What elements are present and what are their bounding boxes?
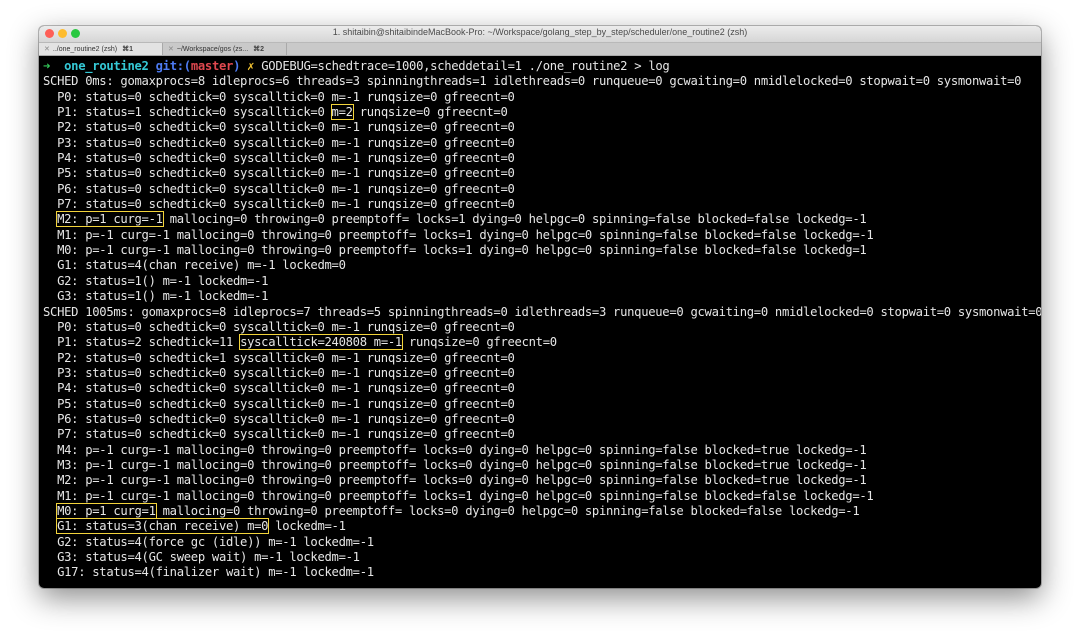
- terminal-line: P5: status=0 schedtick=0 syscalltick=0 m…: [43, 397, 1041, 412]
- terminal-line: P7: status=0 schedtick=0 syscalltick=0 m…: [43, 427, 1041, 442]
- highlight-box: syscalltick=240808 m=-1: [239, 334, 403, 351]
- close-icon[interactable]: ✕: [168, 45, 174, 53]
- line-text: G17: status=4(finalizer wait) m=-1 locke…: [43, 565, 374, 580]
- prompt-line: ➜ one_routine2 git:(master) ✗ GODEBUG=sc…: [43, 59, 1041, 74]
- prompt-arrow-icon: ➜: [43, 59, 51, 73]
- terminal-window: 1. shitaibin@shitaibindeMacBook-Pro: ~/W…: [39, 26, 1041, 588]
- terminal-line: P6: status=0 schedtick=0 syscalltick=0 m…: [43, 182, 1041, 197]
- line-text: runqsize=0 gfreecnt=0: [401, 335, 557, 350]
- line-text: P2: status=0 schedtick=0 syscalltick=0 m…: [43, 120, 515, 135]
- terminal-line: P6: status=0 schedtick=0 syscalltick=0 m…: [43, 412, 1041, 427]
- line-text: M2: p=-1 curg=-1 mallocing=0 throwing=0 …: [43, 473, 867, 488]
- log-output: SCHED 0ms: gomaxprocs=8 idleprocs=6 thre…: [43, 74, 1041, 580]
- terminal-line: G17: status=4(finalizer wait) m=-1 locke…: [43, 565, 1041, 580]
- line-text: M4: p=-1 curg=-1 mallocing=0 throwing=0 …: [43, 442, 867, 457]
- terminal-line: P1: status=1 schedtick=0 syscalltick=0 m…: [43, 104, 1041, 121]
- line-text: P4: status=0 schedtick=0 syscalltick=0 m…: [43, 381, 515, 396]
- tab-workspace-gos[interactable]: ✕ ~/Workspace/gos (zs... ⌘2: [163, 43, 287, 55]
- terminal-line: M0: p=-1 curg=-1 mallocing=0 throwing=0 …: [43, 243, 1041, 258]
- line-text: P3: status=0 schedtick=0 syscalltick=0 m…: [43, 365, 515, 380]
- highlight-box: M2: p=1 curg=-1: [56, 211, 164, 228]
- line-text: G3: status=4(GC sweep wait) m=-1 lockedm…: [43, 550, 360, 564]
- terminal-line: P7: status=0 schedtick=0 syscalltick=0 m…: [43, 197, 1041, 212]
- terminal-line: P3: status=0 schedtick=0 syscalltick=0 m…: [43, 366, 1041, 381]
- line-text: G2: status=4(force gc (idle)) m=-1 locke…: [43, 534, 374, 549]
- line-text: G2: status=1() m=-1 lockedm=-1: [43, 273, 269, 288]
- terminal-line: G1: status=3(chan receive) m=0 lockedm=-…: [43, 518, 1041, 535]
- terminal-line: P2: status=0 schedtick=1 syscalltick=0 m…: [43, 351, 1041, 366]
- window-title: 1. shitaibin@shitaibindeMacBook-Pro: ~/W…: [332, 27, 748, 37]
- prompt-directory: one_routine2: [64, 59, 149, 73]
- tab-bar: ✕ ../one_routine2 (zsh) ⌘1 ✕ ~/Workspace…: [39, 43, 1041, 56]
- terminal-line: G2: status=1() m=-1 lockedm=-1: [43, 274, 1041, 289]
- terminal-output[interactable]: ➜ one_routine2 git:(master) ✗ GODEBUG=sc…: [39, 57, 1041, 588]
- line-text: P1: status=2 schedtick=11: [43, 335, 241, 350]
- line-text: P6: status=0 schedtick=0 syscalltick=0 m…: [43, 411, 515, 426]
- line-text: P0: status=0 schedtick=0 syscalltick=0 m…: [43, 89, 515, 104]
- terminal-line: G3: status=4(GC sweep wait) m=-1 lockedm…: [43, 550, 1041, 565]
- terminal-line: M2: p=-1 curg=-1 mallocing=0 throwing=0 …: [43, 473, 1041, 488]
- line-text: P2: status=0 schedtick=1 syscalltick=0 m…: [43, 350, 515, 365]
- line-text: P7: status=0 schedtick=0 syscalltick=0 m…: [43, 197, 515, 212]
- line-text: P3: status=0 schedtick=0 syscalltick=0 m…: [43, 135, 515, 150]
- close-icon[interactable]: ✕: [44, 45, 50, 53]
- terminal-line: M1: p=-1 curg=-1 mallocing=0 throwing=0 …: [43, 489, 1041, 504]
- line-text: G3: status=1() m=-1 lockedm=-1: [43, 289, 269, 304]
- line-text: SCHED 0ms: gomaxprocs=8 idleprocs=6 thre…: [43, 74, 1022, 89]
- line-text: SCHED 1005ms: gomaxprocs=8 idleprocs=7 t…: [43, 304, 1041, 319]
- terminal-line: G1: status=4(chan receive) m=-1 lockedm=…: [43, 258, 1041, 273]
- line-text: [43, 504, 57, 518]
- line-text: [43, 212, 57, 226]
- line-text: mallocing=0 throwing=0 preemptoff= locks…: [162, 212, 867, 227]
- prompt-branch: master: [190, 59, 234, 73]
- terminal-line: M4: p=-1 curg=-1 mallocing=0 throwing=0 …: [43, 443, 1041, 458]
- terminal-line: M3: p=-1 curg=-1 mallocing=0 throwing=0 …: [43, 458, 1041, 473]
- highlight-box: G1: status=3(chan receive) m=0: [56, 518, 270, 535]
- tab-label: ../one_routine2 (zsh): [52, 45, 118, 53]
- terminal-line: P0: status=0 schedtick=0 syscalltick=0 m…: [43, 90, 1041, 105]
- terminal-line: P2: status=0 schedtick=0 syscalltick=0 m…: [43, 120, 1041, 135]
- highlight-box: m=2: [330, 104, 354, 121]
- line-text: P1: status=1 schedtick=0 syscalltick=0: [43, 105, 332, 120]
- line-text: P6: status=0 schedtick=0 syscalltick=0 m…: [43, 181, 515, 196]
- line-text: P4: status=0 schedtick=0 syscalltick=0 m…: [43, 151, 515, 166]
- line-text: M0: p=-1 curg=-1 mallocing=0 throwing=0 …: [43, 243, 867, 258]
- terminal-line: P4: status=0 schedtick=0 syscalltick=0 m…: [43, 151, 1041, 166]
- line-text: runqsize=0 gfreecnt=0: [352, 105, 508, 120]
- terminal-line: P0: status=0 schedtick=0 syscalltick=0 m…: [43, 320, 1041, 335]
- terminal-line: P4: status=0 schedtick=0 syscalltick=0 m…: [43, 381, 1041, 396]
- line-text: lockedm=-1: [268, 519, 346, 534]
- highlight-box: M0: p=1 curg=1: [56, 502, 157, 519]
- prompt-git-label: git:(: [155, 59, 192, 73]
- terminal-line: P1: status=2 schedtick=11 syscalltick=24…: [43, 334, 1041, 351]
- line-text: M1: p=-1 curg=-1 mallocing=0 throwing=0 …: [43, 227, 874, 242]
- tab-one-routine2[interactable]: ✕ ../one_routine2 (zsh) ⌘1: [39, 43, 163, 55]
- line-text: P5: status=0 schedtick=0 syscalltick=0 m…: [43, 166, 515, 181]
- line-text: P5: status=0 schedtick=0 syscalltick=0 m…: [43, 396, 515, 411]
- tab-label: ~/Workspace/gos (zs...: [176, 45, 249, 53]
- line-text: mallocing=0 throwing=0 preemptoff= locks…: [155, 503, 860, 518]
- line-text: [43, 519, 57, 533]
- terminal-line: G3: status=1() m=-1 lockedm=-1: [43, 289, 1041, 304]
- dirty-marker-icon: ✗: [247, 59, 255, 73]
- terminal-line: M2: p=1 curg=-1 mallocing=0 throwing=0 p…: [43, 211, 1041, 228]
- prompt-git-close: ): [233, 59, 241, 73]
- tab-shortcut: ⌘2: [253, 46, 265, 53]
- line-text: G1: status=4(chan receive) m=-1 lockedm=…: [43, 258, 346, 273]
- terminal-line: M0: p=1 curg=1 mallocing=0 throwing=0 pr…: [43, 502, 1041, 519]
- line-text: M3: p=-1 curg=-1 mallocing=0 throwing=0 …: [43, 457, 867, 472]
- line-text: P0: status=0 schedtick=0 syscalltick=0 m…: [43, 319, 515, 334]
- terminal-line: SCHED 1005ms: gomaxprocs=8 idleprocs=7 t…: [43, 305, 1041, 320]
- line-text: M1: p=-1 curg=-1 mallocing=0 throwing=0 …: [43, 488, 874, 503]
- terminal-line: G2: status=4(force gc (idle)) m=-1 locke…: [43, 535, 1041, 550]
- terminal-line: P3: status=0 schedtick=0 syscalltick=0 m…: [43, 136, 1041, 151]
- prompt-command: GODEBUG=schedtrace=1000,scheddetail=1 ./…: [261, 59, 670, 73]
- line-text: P7: status=0 schedtick=0 syscalltick=0 m…: [43, 427, 515, 442]
- tab-shortcut: ⌘1: [122, 46, 133, 53]
- title-bar: 1. shitaibin@shitaibindeMacBook-Pro: ~/W…: [39, 26, 1041, 43]
- terminal-line: P5: status=0 schedtick=0 syscalltick=0 m…: [43, 166, 1041, 181]
- terminal-line: M1: p=-1 curg=-1 mallocing=0 throwing=0 …: [43, 228, 1041, 243]
- terminal-line: SCHED 0ms: gomaxprocs=8 idleprocs=6 thre…: [43, 74, 1041, 89]
